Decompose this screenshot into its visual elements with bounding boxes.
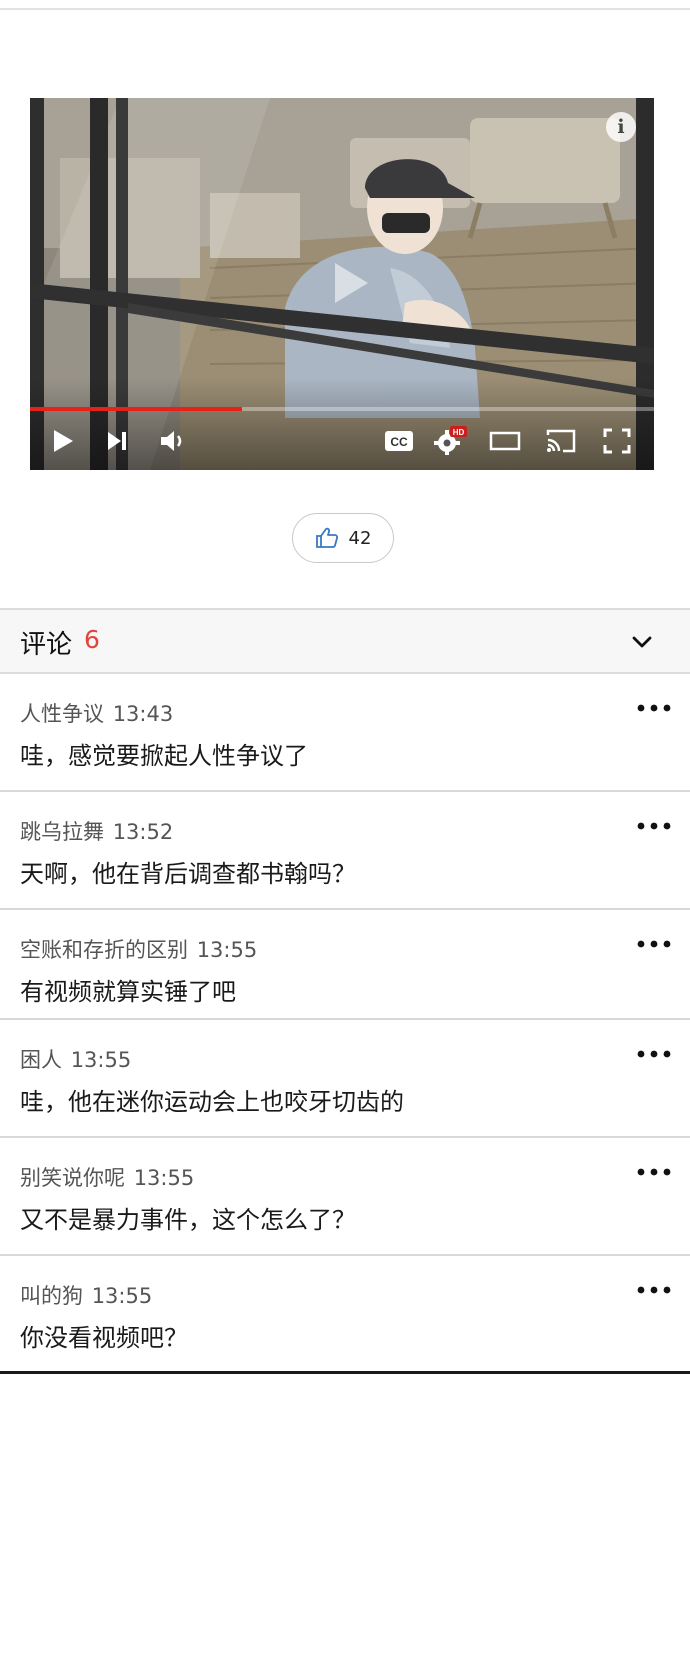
- comment-author[interactable]: 困人: [20, 1048, 62, 1072]
- hd-badge: HD: [453, 428, 465, 437]
- comment-author[interactable]: 别笑说你呢: [20, 1166, 132, 1190]
- comment-item: 困人 13:55 哇，他在迷你运动会上也咬牙切齿的: [0, 1020, 690, 1138]
- comment-meta: 人性争议 13:43: [20, 698, 173, 728]
- play-icon[interactable]: [46, 424, 80, 458]
- settings-hd-icon[interactable]: HD: [434, 424, 468, 458]
- like-count: 42: [348, 527, 372, 549]
- comments-count: 6: [84, 625, 100, 654]
- comments-title: 评论: [20, 630, 73, 660]
- more-options-icon[interactable]: [636, 818, 672, 834]
- comment-time: 13:55: [70, 1048, 132, 1072]
- comment-text: 有视频就算实锤了吧: [20, 978, 236, 1006]
- comment-meta: 叫的狗 13:55: [20, 1280, 152, 1310]
- comment-meta: 跳乌拉舞 13:52: [20, 816, 173, 846]
- cast-icon[interactable]: [544, 424, 578, 458]
- like-button[interactable]: 42: [292, 513, 394, 563]
- progress-bar[interactable]: [30, 407, 654, 411]
- fullscreen-icon[interactable]: [600, 424, 634, 458]
- comment-author[interactable]: 跳乌拉舞: [20, 820, 104, 844]
- info-icon[interactable]: i: [606, 112, 636, 142]
- progress-bar-played: [30, 407, 243, 411]
- more-options-icon[interactable]: [636, 1282, 672, 1298]
- comment-item: 空账和存折的区别 13:55 有视频就算实锤了吧: [0, 910, 690, 1020]
- comment-text: 哇，感觉要掀起人性争议了: [20, 742, 308, 770]
- comment-text: 天啊，他在背后调查都书翰吗？: [20, 860, 356, 888]
- theater-mode-icon[interactable]: [488, 424, 522, 458]
- comment-text: 哇，他在迷你运动会上也咬牙切齿的: [20, 1088, 404, 1116]
- comment-time: 13:55: [133, 1166, 195, 1190]
- more-options-icon[interactable]: [636, 1046, 672, 1062]
- comment-author[interactable]: 人性争议: [20, 702, 104, 726]
- comment-item: 叫的狗 13:55 你没看视频吧？: [0, 1256, 690, 1374]
- top-divider: [0, 8, 690, 10]
- video-player[interactable]: i CC HD: [30, 98, 654, 470]
- comment-author[interactable]: 空账和存折的区别: [20, 938, 188, 962]
- captions-icon[interactable]: CC: [382, 424, 416, 458]
- comment-meta: 空账和存折的区别 13:55: [20, 934, 257, 964]
- video-frame-illustration: [30, 98, 654, 470]
- comment-item: 别笑说你呢 13:55 又不是暴力事件，这个怎么了？: [0, 1138, 690, 1256]
- next-icon[interactable]: [100, 424, 134, 458]
- volume-icon[interactable]: [156, 424, 190, 458]
- more-options-icon[interactable]: [636, 1164, 672, 1180]
- comment-meta: 困人 13:55: [20, 1044, 131, 1074]
- comment-time: 13:55: [91, 1284, 153, 1308]
- comment-author[interactable]: 叫的狗: [20, 1284, 83, 1308]
- comment-meta: 别笑说你呢 13:55: [20, 1162, 194, 1192]
- thumbs-up-icon: [315, 527, 338, 548]
- captions-label: CC: [390, 435, 408, 449]
- comment-text: 你没看视频吧？: [20, 1324, 188, 1352]
- comment-time: 13:43: [112, 702, 174, 726]
- comment-item: 人性争议 13:43 哇，感觉要掀起人性争议了: [0, 674, 690, 792]
- comment-text: 又不是暴力事件，这个怎么了？: [20, 1206, 356, 1234]
- more-options-icon[interactable]: [636, 936, 672, 952]
- comment-time: 13:55: [196, 938, 258, 962]
- comment-item: 跳乌拉舞 13:52 天啊，他在背后调查都书翰吗？: [0, 792, 690, 910]
- comments-header[interactable]: 评论 6: [0, 608, 690, 674]
- comment-time: 13:52: [112, 820, 174, 844]
- more-options-icon[interactable]: [636, 700, 672, 716]
- chevron-down-icon[interactable]: [630, 630, 654, 654]
